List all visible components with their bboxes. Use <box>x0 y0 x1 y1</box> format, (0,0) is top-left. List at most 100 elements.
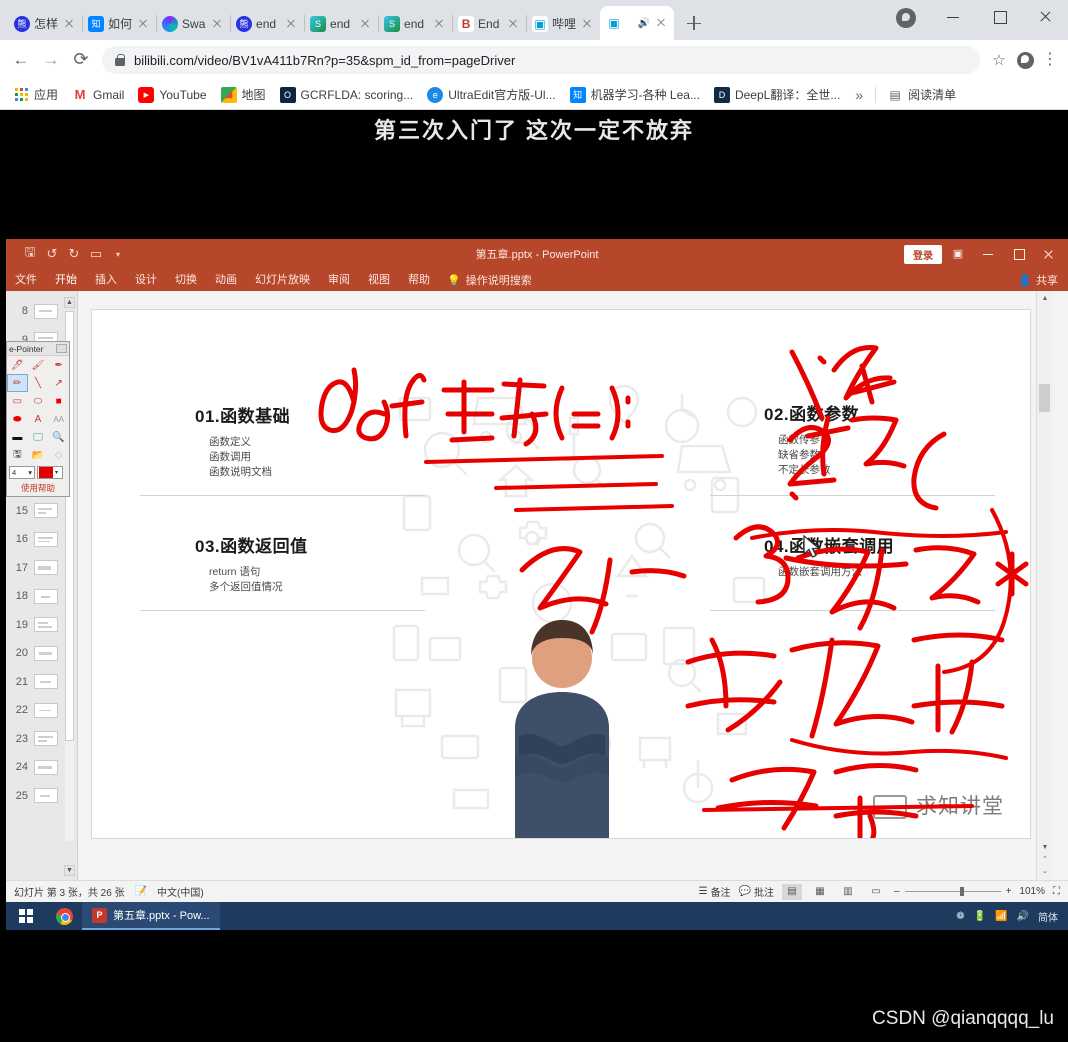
slide-thumbnail[interactable] <box>34 503 58 518</box>
flower-icon[interactable]: ❁ <box>956 911 964 922</box>
ribbon-tab-slideshow[interactable]: 幻灯片放映 <box>246 269 319 291</box>
open-folder-icon[interactable]: 📂 <box>28 446 49 464</box>
browser-tab-5[interactable]: S end <box>304 7 378 40</box>
chrome-menu-icon[interactable]: ⋮ <box>1038 53 1062 67</box>
undo-icon[interactable]: ↺ <box>42 244 62 264</box>
diamond-icon[interactable]: ◇ <box>48 446 69 464</box>
bookmarks-overflow-icon[interactable]: » <box>847 87 871 103</box>
slide-sorter-icon[interactable]: ▦ <box>810 884 830 900</box>
redo-icon[interactable]: ↻ <box>64 244 84 264</box>
browser-tab-4[interactable]: 熊 end <box>230 7 304 40</box>
bookmark-youtube[interactable]: ▶ YouTube <box>131 83 213 107</box>
start-slideshow-icon[interactable]: ▭ <box>86 244 106 264</box>
browser-tab-8[interactable]: ▣ 哔哩 <box>526 7 600 40</box>
screen-icon[interactable]: 🖵 <box>28 428 49 446</box>
browser-tab-9-active[interactable]: ▣ 🔊 <box>600 6 674 40</box>
more-icon[interactable]: ▾ <box>108 244 128 264</box>
slide-thumbnail[interactable] <box>34 532 58 547</box>
line-icon[interactable]: ╲ <box>28 374 49 392</box>
ribbon-tab-help[interactable]: 帮助 <box>399 269 439 291</box>
close-icon[interactable] <box>62 17 76 31</box>
blackboard-icon[interactable]: ▬ <box>7 428 28 446</box>
magnifier-icon[interactable]: 🔍 <box>48 428 69 446</box>
close-icon[interactable] <box>654 16 668 30</box>
bookmark-ultraedit[interactable]: e UltraEdit官方版-Ul... <box>420 83 562 107</box>
previous-slide-icon[interactable]: ⌃ <box>1039 854 1051 866</box>
ribbon-tab-transitions[interactable]: 切换 <box>166 269 206 291</box>
windows-start-icon[interactable] <box>6 902 46 930</box>
highlighter-icon[interactable]: 🖌 <box>28 356 49 374</box>
slide-thumbnail[interactable] <box>34 560 58 575</box>
pen-color-select[interactable]: ▾ <box>37 466 63 479</box>
scrollbar-thumb[interactable] <box>1039 384 1050 412</box>
scroll-up-icon[interactable]: ▲ <box>64 297 75 308</box>
ppt-close-button[interactable] <box>1034 241 1062 267</box>
signin-button[interactable]: 登录 <box>904 245 942 264</box>
close-icon[interactable] <box>210 17 224 31</box>
browser-tab-1[interactable]: 熊 怎样 <box>8 7 82 40</box>
battery-icon[interactable]: 🔋 <box>974 911 986 922</box>
address-bar[interactable]: bilibili.com/video/BV1vA411b7Rn?p=35&spm… <box>102 46 980 74</box>
notes-button[interactable]: ☰备注 <box>699 884 731 899</box>
maximize-button[interactable] <box>976 0 1022 34</box>
bookmark-deepl[interactable]: D DeepL翻译：全世... <box>707 83 847 107</box>
filled-rect-icon[interactable]: ■ <box>48 392 69 410</box>
slide-thumbnail[interactable] <box>34 646 58 661</box>
browser-tab-3[interactable]: Swa <box>156 7 230 40</box>
save-icon[interactable]: 🖫 <box>20 244 40 264</box>
text-a-icon[interactable]: A <box>28 410 49 428</box>
bookmark-apps[interactable]: 应用 <box>6 83 65 107</box>
slideshow-icon[interactable]: ▭ <box>866 884 886 900</box>
browser-tab-6[interactable]: S end <box>378 7 452 40</box>
zoom-level-label[interactable]: 101% <box>1019 886 1045 897</box>
current-slide[interactable]: 01.函数基础 函数定义 函数调用 函数说明文档 03.函数返回值 return… <box>91 309 1031 839</box>
close-icon[interactable] <box>432 17 446 31</box>
bookmark-gcrflda[interactable]: O GCRFLDA: scoring... <box>273 83 421 107</box>
ribbon-tab-home[interactable]: 开始 <box>46 269 86 291</box>
slide-thumbnail[interactable] <box>34 674 58 689</box>
zoom-out-button[interactable]: – <box>894 886 900 897</box>
reading-list-button[interactable]: ▤ 阅读清单 <box>880 83 963 107</box>
pen-width-select[interactable]: 4▾ <box>9 466 35 479</box>
minimize-button[interactable] <box>930 0 976 34</box>
forward-icon[interactable] <box>36 45 66 75</box>
slide-thumbnail[interactable] <box>34 617 58 632</box>
pencil-selected-icon[interactable]: ✏ <box>7 374 28 392</box>
ribbon-display-options-icon[interactable] <box>944 241 972 267</box>
close-window-button[interactable] <box>1022 0 1068 34</box>
scroll-down-icon[interactable]: ▼ <box>64 865 75 876</box>
slide-thumbnail[interactable] <box>34 788 58 803</box>
next-slide-icon[interactable]: ⌄ <box>1039 866 1051 878</box>
ellipse-icon[interactable]: ⬭ <box>28 392 49 410</box>
tell-me-search[interactable]: 💡 操作说明搜索 <box>447 272 532 288</box>
tab-audio-icon[interactable]: 🔊 <box>638 18 650 29</box>
slide-thumbnail[interactable] <box>34 731 58 746</box>
ribbon-tab-view[interactable]: 视图 <box>359 269 399 291</box>
canvas-vertical-scrollbar[interactable]: ▲ ▼ ⌃ ⌄ <box>1036 291 1052 880</box>
slide-thumbnail[interactable] <box>34 304 58 319</box>
volume-icon[interactable]: 🔊 <box>1017 911 1029 922</box>
ime-label[interactable]: 简体 <box>1038 909 1058 924</box>
browser-tab-7[interactable]: B End <box>452 7 526 40</box>
reload-icon[interactable] <box>66 45 96 75</box>
bookmark-ml-zhihu[interactable]: 知 机器学习-各种 Lea... <box>563 83 707 107</box>
ribbon-tab-animations[interactable]: 动画 <box>206 269 246 291</box>
zoom-knob[interactable] <box>960 887 964 896</box>
zoom-in-button[interactable]: + <box>1006 886 1012 897</box>
close-icon[interactable] <box>358 17 372 31</box>
ribbon-tab-insert[interactable]: 插入 <box>86 269 126 291</box>
profile-avatar[interactable] <box>896 8 916 28</box>
epointer-help-link[interactable]: 使用帮助 <box>7 481 69 496</box>
reading-view-icon[interactable]: ▥ <box>838 884 858 900</box>
ppt-restore-button[interactable] <box>1004 241 1032 267</box>
epointer-titlebar[interactable]: e-Pointer <box>7 342 69 356</box>
account-icon[interactable] <box>1012 52 1038 69</box>
bookmark-gmail[interactable]: M Gmail <box>65 83 131 107</box>
scroll-up-icon[interactable]: ▲ <box>1039 293 1051 305</box>
text-aa-icon[interactable]: AA <box>48 410 69 428</box>
fit-to-window-icon[interactable]: ⛶ <box>1053 886 1060 897</box>
new-tab-button[interactable] <box>680 9 708 37</box>
language-label[interactable]: 中文(中国) <box>157 884 204 899</box>
close-icon[interactable] <box>136 17 150 31</box>
rectangle-icon[interactable]: ▭ <box>7 392 28 410</box>
